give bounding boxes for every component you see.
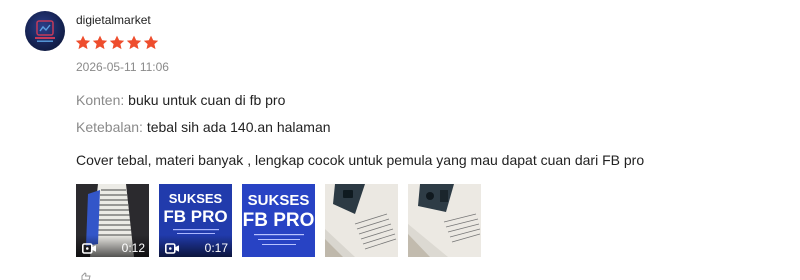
- star-icon: [109, 35, 125, 50]
- media-image-thumbnail[interactable]: SUKSES FB PRO: [242, 184, 315, 257]
- star-icon: [92, 35, 108, 50]
- attribute-value: buku untuk cuan di fb pro: [128, 92, 286, 108]
- cover-title-line-1: SUKSES: [169, 191, 223, 206]
- photo-book-cover: SUKSES FB PRO: [242, 184, 315, 257]
- attribute-label: Konten:: [76, 92, 125, 108]
- video-info-bar: 0:17: [159, 235, 232, 257]
- attribute-ketebalan: Ketebalan: tebal sih ada 140.an halaman: [76, 119, 331, 135]
- attribute-konten: Konten: buku untuk cuan di fb pro: [76, 92, 285, 108]
- photo-book-pages: [325, 184, 398, 257]
- avatar[interactable]: [25, 11, 65, 51]
- cover-title-line-1: SUKSES: [248, 192, 310, 209]
- media-video-thumbnail[interactable]: 0:12: [76, 184, 149, 257]
- like-icon[interactable]: [80, 272, 92, 280]
- media-image-thumbnail[interactable]: [408, 184, 481, 257]
- review-media-gallery: 0:12 SUKSES FB PRO 0:17 SUKSES FB PRO: [76, 184, 481, 257]
- star-icon: [143, 35, 159, 50]
- media-image-thumbnail[interactable]: [325, 184, 398, 257]
- video-camera-icon: [82, 243, 96, 254]
- video-duration: 0:17: [204, 241, 228, 255]
- cover-title-line-2: FB PRO: [243, 210, 315, 231]
- review-comment: Cover tebal, materi banyak , lengkap coc…: [76, 152, 645, 168]
- reviewer-name: digietalmarket: [76, 13, 151, 27]
- cover-title-line-2: FB PRO: [163, 207, 227, 226]
- video-duration: 0:12: [121, 241, 145, 255]
- attribute-value: tebal sih ada 140.an halaman: [146, 119, 331, 135]
- attribute-label: Ketebalan:: [76, 119, 143, 135]
- star-icon: [126, 35, 142, 50]
- review-timestamp: 2026-05-11 11:06: [76, 60, 169, 74]
- store-logo-icon: [35, 20, 55, 42]
- media-video-thumbnail[interactable]: SUKSES FB PRO 0:17: [159, 184, 232, 257]
- star-rating: [75, 35, 159, 50]
- video-camera-icon: [165, 243, 179, 254]
- video-info-bar: 0:12: [76, 235, 149, 257]
- star-icon: [75, 35, 91, 50]
- photo-book-pages: [408, 184, 481, 257]
